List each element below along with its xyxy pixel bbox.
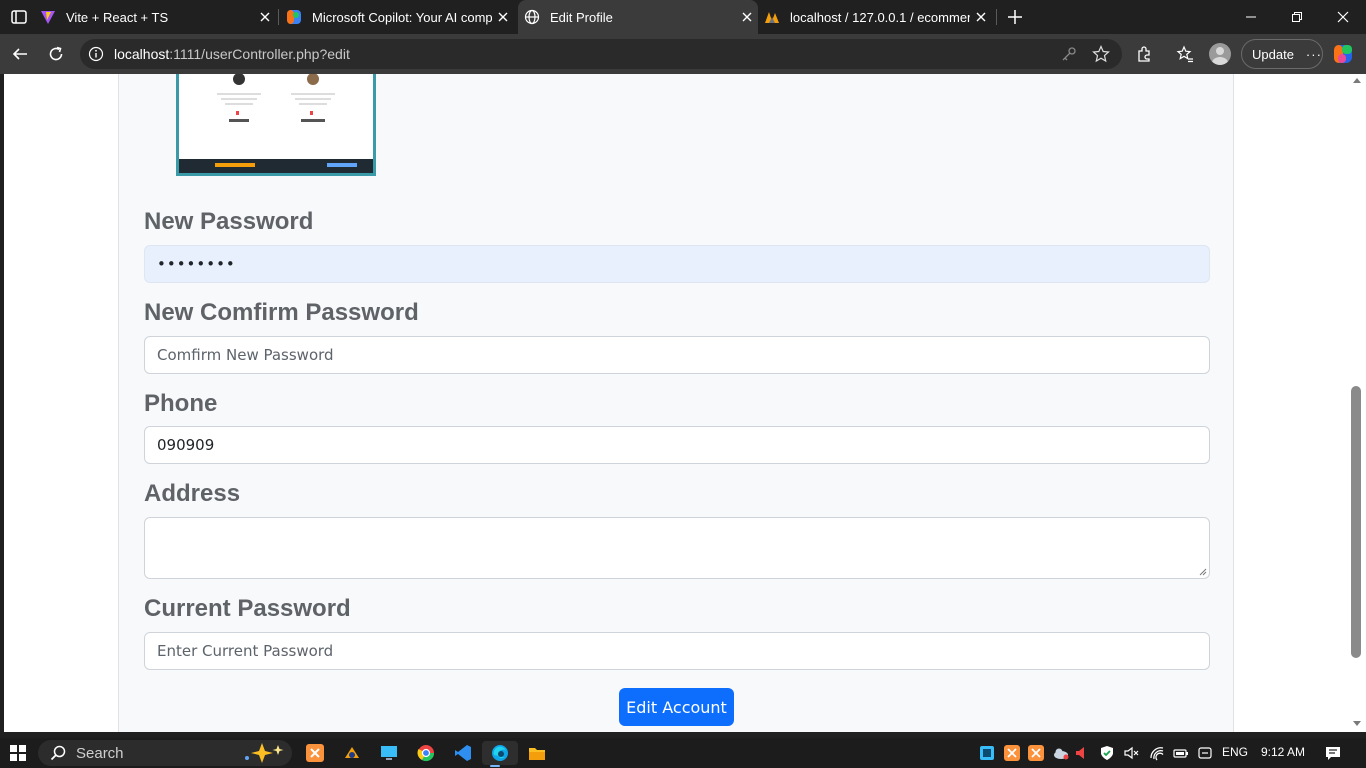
tab-title: localhost / 127.0.0.1 / ecommerce xyxy=(790,9,970,25)
chrome-icon[interactable] xyxy=(413,741,439,765)
edge-icon[interactable] xyxy=(482,741,518,767)
scroll-down-arrow-icon[interactable] xyxy=(1353,721,1361,726)
filezilla-icon[interactable] xyxy=(339,741,365,765)
update-label: Update xyxy=(1252,46,1294,62)
onedrive-icon[interactable] xyxy=(1052,745,1069,761)
current-password-label: Current Password xyxy=(144,595,351,622)
profile-avatar[interactable] xyxy=(1209,43,1231,65)
windows-start-icon[interactable] xyxy=(5,741,31,765)
language-indicator[interactable]: ENG xyxy=(1222,745,1248,759)
url-path: :1111/userController.php?edit xyxy=(169,46,350,62)
notifications-icon[interactable] xyxy=(1325,745,1341,761)
refresh-icon[interactable] xyxy=(44,42,68,66)
tab-title: Microsoft Copilot: Your AI compa xyxy=(312,9,492,25)
xampp-tray-icon[interactable] xyxy=(1004,745,1020,761)
confirm-password-input[interactable]: Comfirm New Password xyxy=(144,336,1210,374)
site-info-icon[interactable] xyxy=(88,46,104,62)
page-viewport: New Password •••••••• New Comfirm Passwo… xyxy=(4,74,1348,732)
tab-title: Edit Profile xyxy=(550,9,613,25)
address-textarea[interactable] xyxy=(144,517,1210,579)
close-tab-icon[interactable] xyxy=(254,6,276,28)
browser-toolbar: localhost:1111/userController.php?edit U… xyxy=(0,34,1366,74)
minimize-icon[interactable] xyxy=(1228,0,1274,34)
vite-icon xyxy=(40,9,56,25)
favorites-icon[interactable] xyxy=(1173,42,1197,66)
close-tab-icon[interactable] xyxy=(492,6,514,28)
profile-image-preview xyxy=(176,74,376,176)
url-text: localhost:1111/userController.php?edit xyxy=(114,46,350,62)
tab-title: Vite + React + TS xyxy=(66,9,169,25)
windows-taskbar: Search ENG 9:12 AM xyxy=(0,738,1366,768)
tab-vite[interactable]: Vite + React + TS xyxy=(40,0,276,34)
volume-icon[interactable] xyxy=(1123,745,1139,761)
copilot-sidebar-icon[interactable] xyxy=(1331,42,1355,66)
close-tab-icon[interactable] xyxy=(736,6,758,28)
taskbar-search[interactable]: Search xyxy=(38,740,292,766)
xampp-icon[interactable] xyxy=(302,741,328,765)
tab-strip: Vite + React + TS Microsoft Copilot: You… xyxy=(0,0,1366,34)
edit-profile-form: New Password •••••••• New Comfirm Passwo… xyxy=(118,74,1234,732)
scroll-up-arrow-icon[interactable] xyxy=(1353,78,1361,83)
tab-phpmyadmin[interactable]: localhost / 127.0.0.1 / ecommerce xyxy=(764,0,992,34)
globe-icon xyxy=(524,9,540,25)
scroll-thumb[interactable] xyxy=(1351,386,1361,658)
edit-account-button[interactable]: Edit Account xyxy=(619,688,734,726)
security-shield-icon[interactable] xyxy=(1099,745,1115,761)
remote-desktop-icon[interactable] xyxy=(376,741,402,765)
vscode-icon[interactable] xyxy=(450,741,476,765)
copilot-sparkle-icon xyxy=(245,743,284,763)
clock-time[interactable]: 9:12 AM xyxy=(1261,745,1305,759)
mute-speaker-icon[interactable] xyxy=(1074,745,1090,761)
tab-actions-icon[interactable] xyxy=(8,6,30,28)
page-scrollbar[interactable] xyxy=(1348,74,1366,732)
search-label: Search xyxy=(76,745,124,762)
phone-label: Phone xyxy=(144,390,218,417)
xampp-tray-icon-2[interactable] xyxy=(1028,745,1044,761)
input-method-icon[interactable] xyxy=(1197,745,1213,761)
url-host: localhost xyxy=(114,46,170,62)
file-explorer-icon[interactable] xyxy=(524,741,550,765)
profile-image-thumbnail xyxy=(179,74,373,173)
current-password-input[interactable]: Enter Current Password xyxy=(144,632,1210,670)
back-icon[interactable] xyxy=(8,42,32,66)
phpmyadmin-icon xyxy=(764,9,780,25)
restore-icon[interactable] xyxy=(1274,0,1320,34)
update-button[interactable]: Update ··· xyxy=(1241,39,1323,69)
address-label: Address xyxy=(144,480,241,507)
resize-grip-icon[interactable] xyxy=(1199,568,1207,576)
confirm-password-label: New Comfirm Password xyxy=(144,299,419,326)
tray-app-icon[interactable] xyxy=(979,745,995,761)
tab-copilot[interactable]: Microsoft Copilot: Your AI compa xyxy=(286,0,514,34)
search-icon xyxy=(50,745,66,761)
new-tab-icon[interactable] xyxy=(1004,6,1026,28)
extensions-icon[interactable] xyxy=(1132,42,1156,66)
more-options-icon[interactable]: ··· xyxy=(1306,47,1322,62)
address-bar[interactable]: localhost:1111/userController.php?edit xyxy=(80,39,1122,69)
close-window-icon[interactable] xyxy=(1320,0,1366,34)
battery-icon[interactable] xyxy=(1173,745,1189,761)
copilot-icon xyxy=(286,9,302,25)
tab-divider xyxy=(278,9,279,25)
new-password-input[interactable]: •••••••• xyxy=(144,245,1210,283)
wifi-icon[interactable] xyxy=(1149,745,1165,761)
key-icon[interactable] xyxy=(1060,45,1078,63)
phone-input[interactable]: 090909 xyxy=(144,426,1210,464)
close-tab-icon[interactable] xyxy=(970,6,992,28)
tab-divider xyxy=(996,9,997,25)
favorite-star-icon[interactable] xyxy=(1092,45,1110,63)
tab-edit-profile[interactable]: Edit Profile xyxy=(518,0,758,34)
new-password-label: New Password xyxy=(144,208,314,235)
